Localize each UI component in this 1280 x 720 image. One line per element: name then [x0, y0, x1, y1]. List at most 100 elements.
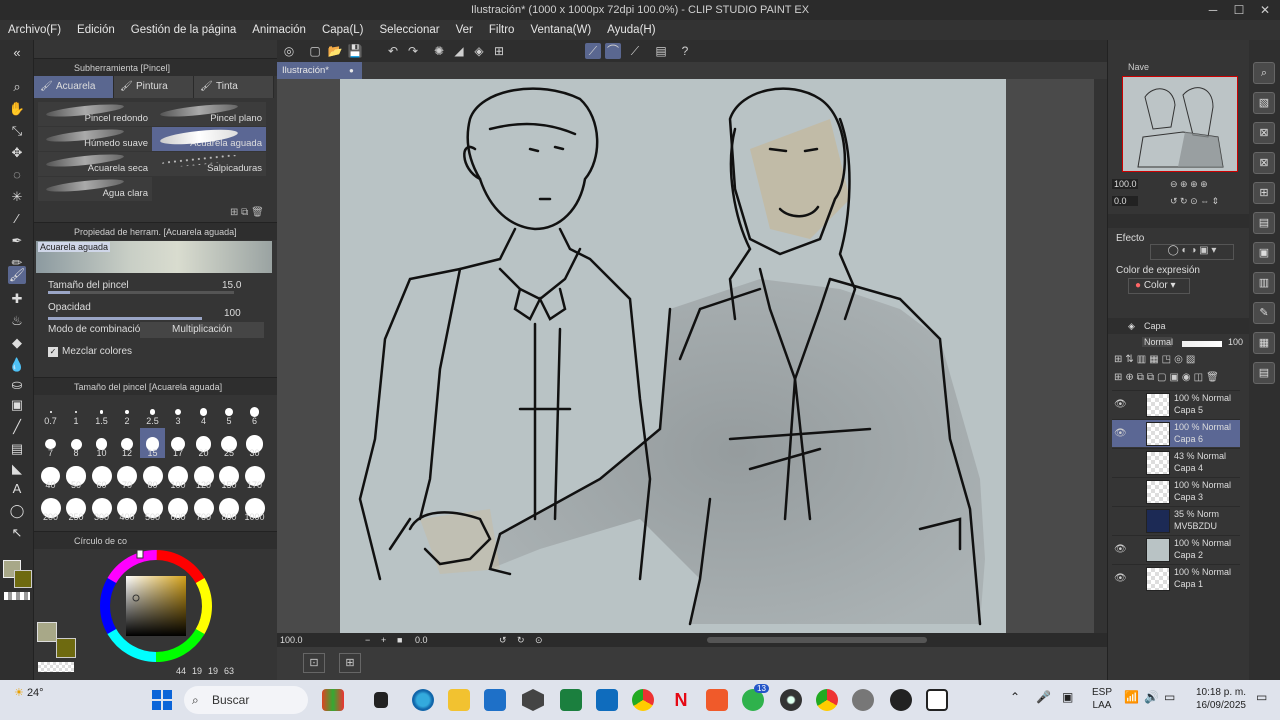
brush-acuarela-seca[interactable]: Acuarela seca — [38, 152, 152, 176]
layer-row[interactable]: 43 % Normal Capa 4 — [1112, 448, 1240, 476]
frame-icon[interactable]: ▤ — [8, 440, 26, 458]
brush-size-option[interactable]: 8 — [64, 428, 89, 458]
search-box[interactable]: ⌕ Buscar — [184, 686, 308, 714]
hand-icon[interactable]: ✋ — [8, 100, 26, 118]
decoration-icon[interactable]: ✚ — [8, 290, 26, 308]
brush-size-option[interactable]: 80 — [140, 460, 165, 490]
property-tabs[interactable] — [1108, 214, 1250, 228]
layer-opacity-value[interactable]: 100 — [1228, 337, 1243, 347]
volume-icon[interactable]: 🔊 — [1144, 690, 1159, 704]
hue-handle[interactable] — [136, 549, 144, 559]
menu-gestion-pagina[interactable]: Gestión de la página — [123, 20, 245, 40]
rotate-left-icon[interactable]: ↺ — [499, 633, 507, 647]
info-icon[interactable]: ⊞ — [1253, 182, 1275, 204]
microphone-icon[interactable]: 🎤 — [1036, 690, 1051, 704]
brush-size-option[interactable]: 4 — [191, 396, 216, 426]
brush-size-option[interactable]: 2.5 — [140, 396, 165, 426]
menu-archivo[interactable]: Archivo(F) — [0, 20, 69, 40]
tab-document[interactable]: Ilustración* ● — [277, 62, 362, 79]
battery-icon[interactable]: ▭ — [1164, 690, 1175, 704]
tab-tinta[interactable]: 🖌 Tinta — [194, 76, 274, 98]
minimize-button[interactable]: ─ — [1200, 0, 1226, 20]
office-icon[interactable] — [706, 689, 728, 711]
horizontal-scrollbar[interactable] — [707, 637, 927, 643]
layer-row[interactable]: 35 % Norm MV5BZDU — [1112, 506, 1240, 534]
page-panel-icon[interactable]: ⊡ — [303, 653, 325, 673]
layer-toolbar-1[interactable]: ⊞⇅▥▦◳◎▨ — [1114, 354, 1198, 365]
tab-acuarela[interactable]: 🖌 Acuarela — [34, 76, 114, 98]
operation-icon[interactable]: ⤡ — [8, 122, 26, 140]
ruler-icon[interactable]: ◣ — [8, 460, 26, 478]
scale-icon[interactable]: ⊞ — [491, 43, 507, 59]
chrome-icon[interactable] — [632, 689, 654, 711]
wheel-sub-swatch[interactable] — [56, 638, 76, 658]
navigator-angle[interactable]: 0.0 — [1112, 196, 1138, 206]
outlook-icon[interactable] — [596, 689, 618, 711]
close-button[interactable]: ✕ — [1252, 0, 1278, 20]
brush-acuarela-aguada[interactable]: Acuarela aguada — [152, 127, 266, 151]
color-wheel[interactable] — [98, 548, 218, 668]
visibility-eye-icon[interactable] — [1114, 515, 1126, 527]
brush-size-option[interactable]: 120 — [191, 460, 216, 490]
brush-size-option[interactable]: 25 — [217, 428, 242, 458]
brush-size-option[interactable]: 250 — [64, 492, 89, 522]
help-icon[interactable]: ? — [677, 43, 693, 59]
correct-line-icon[interactable]: ↖ — [8, 524, 26, 542]
effect-buttons[interactable]: ◯ ◐ ◑ ▣ ▾ — [1150, 244, 1234, 260]
brush-size-option[interactable]: 17 — [166, 428, 191, 458]
brush-size-option[interactable]: 500 — [140, 492, 165, 522]
settings-icon[interactable] — [852, 689, 874, 711]
expression-select[interactable]: ● Color ▾ — [1128, 278, 1190, 294]
eraser-icon[interactable]: ◆ — [8, 334, 26, 352]
menu-edicion[interactable]: Edición — [69, 20, 123, 40]
balloon-icon[interactable]: ◯ — [8, 502, 26, 520]
search-panel-icon[interactable]: ⌕ — [1253, 62, 1275, 84]
eyedropper-icon[interactable]: ⁄ — [8, 210, 26, 228]
brush-size-option[interactable]: 6 — [242, 396, 267, 426]
mix-checkbox[interactable]: ✓ — [48, 347, 58, 357]
brush-size-option[interactable]: 50 — [64, 460, 89, 490]
edge-icon[interactable] — [412, 689, 434, 711]
brush-size-option[interactable]: 170 — [242, 460, 267, 490]
navigator-preview[interactable] — [1122, 76, 1238, 172]
brush-pincel-plano[interactable]: Pincel plano — [152, 102, 266, 126]
move-icon[interactable]: ✥ — [8, 144, 26, 162]
drawing-canvas[interactable] — [340, 79, 1006, 633]
fill-selection-icon[interactable]: ◢ — [451, 43, 467, 59]
brush-size-option[interactable]: 20 — [191, 428, 216, 458]
brush-agua-clara[interactable]: Agua clara — [38, 177, 152, 201]
task-view-icon[interactable] — [374, 692, 388, 708]
tab-pintura-espesa[interactable]: 🖌Pintura espes — [114, 76, 194, 114]
menu-filtro[interactable]: Filtro — [481, 20, 523, 40]
menu-capa[interactable]: Capa(L) — [314, 20, 372, 40]
vertical-scrollbar[interactable] — [1094, 79, 1107, 633]
sub-color-swatch[interactable] — [14, 570, 32, 588]
visibility-eye-icon[interactable]: 👁 — [1114, 428, 1127, 440]
brush-size-option[interactable]: 1000 — [242, 492, 267, 522]
file-explorer-icon[interactable] — [448, 689, 470, 711]
brush-size-option[interactable]: 700 — [191, 492, 216, 522]
sub-view-icon[interactable]: ▧ — [1253, 92, 1275, 114]
navigator-zoom[interactable]: 100.0 — [1112, 179, 1138, 189]
wheel-transparent-swatch[interactable] — [38, 662, 74, 672]
brush-size-option[interactable]: 100 — [166, 460, 191, 490]
brush-size-option[interactable]: 2 — [115, 396, 140, 426]
open-icon[interactable]: 📂 — [327, 43, 343, 59]
auto-action-icon[interactable]: ▤ — [1253, 212, 1275, 234]
brush-size-option[interactable]: 5 — [217, 396, 242, 426]
app-hex-icon[interactable] — [522, 689, 544, 711]
material-panel-icon[interactable]: ⊞ — [339, 653, 361, 673]
zoom-out-icon[interactable]: − — [365, 633, 370, 647]
layer-row[interactable]: 👁 100 % Normal Capa 6 — [1112, 419, 1240, 447]
settings-icon[interactable]: ▤ — [653, 43, 669, 59]
magic-wand-icon[interactable]: ✳ — [8, 188, 26, 206]
layer-panel-icon[interactable]: ▤ — [1253, 362, 1275, 384]
clear-icon[interactable]: ✺ — [431, 43, 447, 59]
layer-opacity-slider[interactable] — [1182, 341, 1222, 347]
clock[interactable]: 10:18 p. m. 16/09/2025 — [1186, 686, 1246, 712]
new-icon[interactable]: ▢ — [307, 43, 323, 59]
navigator-zoom-icons[interactable]: ⊖ ⊕ ⊕ ⊕ — [1170, 179, 1208, 190]
layer-row[interactable]: 👁 100 % Normal Capa 5 — [1112, 390, 1240, 418]
brush-size-option[interactable]: 10 — [89, 428, 114, 458]
blend-icon[interactable]: 💧 — [8, 356, 26, 374]
